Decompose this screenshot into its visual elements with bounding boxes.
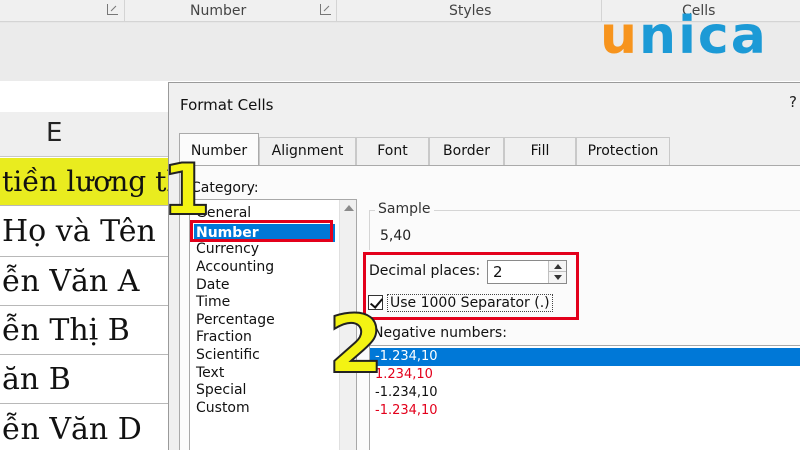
highlight-box-number bbox=[190, 220, 333, 242]
logo-letter: n bbox=[639, 6, 677, 66]
category-item-accounting[interactable]: Accounting bbox=[196, 259, 274, 275]
sample-label: Sample bbox=[375, 201, 434, 217]
help-icon[interactable]: ? bbox=[789, 93, 797, 111]
column-header-label: E bbox=[46, 118, 63, 148]
negative-option[interactable]: 1.234,10 bbox=[375, 367, 433, 382]
logo-letter: i bbox=[678, 6, 696, 66]
number-format-launcher-icon[interactable] bbox=[320, 4, 331, 15]
category-item-text[interactable]: Text bbox=[196, 365, 224, 381]
tab-border[interactable]: Border bbox=[429, 137, 504, 165]
step-1-label: 1 bbox=[161, 149, 212, 231]
ribbon-separator bbox=[124, 0, 125, 22]
dialog-title: Format Cells bbox=[180, 96, 274, 114]
unica-logo: u n i c a bbox=[600, 6, 766, 66]
tab-alignment[interactable]: Alignment bbox=[259, 137, 356, 165]
ribbon-separator bbox=[336, 0, 337, 22]
negative-numbers-label: Negative numbers: bbox=[373, 325, 507, 341]
negative-option[interactable]: -1.234,10 bbox=[375, 385, 438, 400]
format-cells-dialog: Format Cells ? Number Alignment Font Bor… bbox=[168, 82, 800, 450]
category-item-currency[interactable]: Currency bbox=[196, 241, 259, 257]
sample-group bbox=[369, 210, 800, 250]
column-header-e[interactable]: E bbox=[0, 112, 175, 157]
category-item-custom[interactable]: Custom bbox=[196, 400, 250, 416]
ribbon-group-styles: Styles bbox=[449, 3, 492, 19]
sample-value: 5,40 bbox=[380, 228, 412, 244]
step-2-label: 2 bbox=[327, 298, 385, 391]
category-item-special[interactable]: Special bbox=[196, 382, 246, 398]
sheet-cell[interactable]: Họ và Tên bbox=[0, 207, 175, 257]
logo-letter: c bbox=[697, 6, 729, 66]
category-item-time[interactable]: Time bbox=[196, 294, 230, 310]
sheet-cell[interactable]: ễn Thị B bbox=[0, 307, 175, 355]
sheet-cell[interactable]: ễn Văn A bbox=[0, 258, 175, 306]
ribbon-group-number: Number bbox=[190, 3, 247, 19]
category-item-date[interactable]: Date bbox=[196, 277, 229, 293]
highlight-box-decimal bbox=[363, 252, 579, 320]
sheet-cell[interactable]: tiền lương th bbox=[0, 158, 175, 206]
logo-letter: a bbox=[730, 6, 766, 66]
tab-fill[interactable]: Fill bbox=[504, 137, 576, 165]
tab-font[interactable]: Font bbox=[356, 137, 429, 165]
negative-numbers-list[interactable]: -1.234,10 1.234,10 -1.234,10 -1.234,10 bbox=[369, 345, 800, 450]
category-item-scientific[interactable]: Scientific bbox=[196, 347, 260, 363]
dialog-launcher-icon[interactable] bbox=[107, 4, 118, 15]
category-item-percentage[interactable]: Percentage bbox=[196, 312, 275, 328]
tab-protection[interactable]: Protection bbox=[576, 137, 670, 165]
scroll-up-arrow-icon[interactable] bbox=[344, 205, 354, 211]
logo-letter: u bbox=[600, 6, 638, 66]
negative-option[interactable]: -1.234,10 bbox=[375, 403, 438, 418]
sheet-cell[interactable]: ễn Văn D bbox=[0, 405, 175, 450]
negative-option[interactable]: -1.234,10 bbox=[370, 348, 800, 366]
sheet-cell[interactable]: ăn B bbox=[0, 356, 175, 404]
category-item-fraction[interactable]: Fraction bbox=[196, 329, 252, 345]
